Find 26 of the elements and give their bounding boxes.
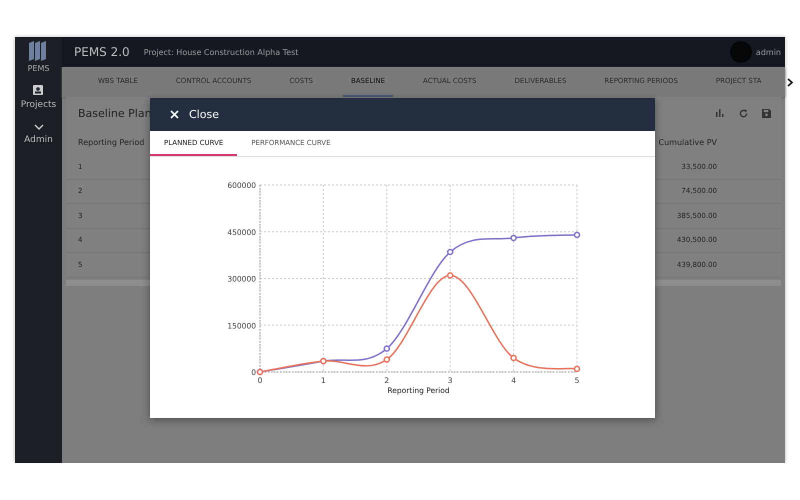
logo-text: PEMS (28, 64, 50, 73)
chevron-right-icon[interactable] (787, 78, 794, 86)
panel-title: Baseline Plan (78, 106, 152, 120)
close-button[interactable]: Close (168, 106, 221, 123)
data-point (446, 272, 454, 279)
data-point (384, 345, 390, 352)
refresh-icon[interactable] (739, 108, 748, 118)
sidebar-item[interactable]: Admin (24, 122, 53, 147)
app-title: PEMS 2.0 (74, 45, 130, 59)
sidebar-item[interactable]: Projects (20, 83, 56, 112)
bar-chart-icon[interactable] (716, 109, 725, 117)
save-icon[interactable] (762, 108, 771, 118)
logo-icon (28, 41, 48, 63)
data-point (574, 366, 580, 372)
project-name: Project: House Construction Alpha Test (144, 48, 298, 56)
data-point (574, 232, 580, 238)
data-point (510, 234, 517, 242)
data-point (446, 248, 454, 256)
column-header: Reporting Period (78, 138, 144, 146)
chevron-down-icon (34, 124, 44, 130)
data-point (510, 354, 517, 362)
user-name: admin (756, 48, 781, 56)
close-icon (170, 110, 179, 119)
id-card-icon (33, 85, 44, 95)
data-point (384, 356, 390, 363)
column-header: Cumulative PV (658, 138, 717, 146)
